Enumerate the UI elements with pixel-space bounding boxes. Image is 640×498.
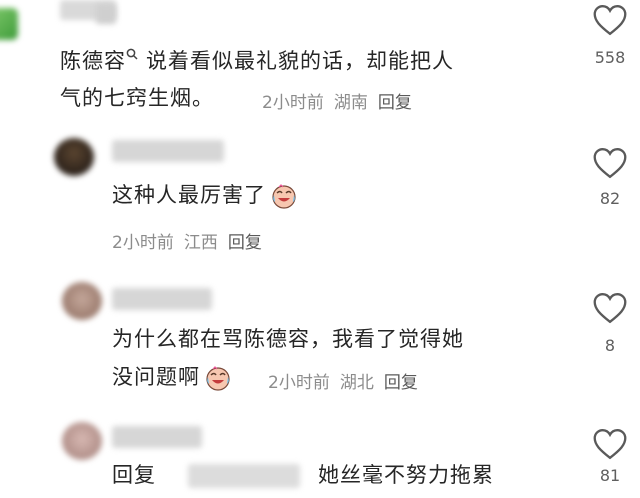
heart-icon bbox=[593, 148, 627, 179]
location: 江西 bbox=[183, 233, 218, 253]
location: 湖北 bbox=[339, 373, 374, 393]
search-icon bbox=[126, 48, 138, 60]
heart-icon bbox=[593, 5, 627, 36]
location: 湖南 bbox=[333, 93, 368, 113]
comment-text: 回复 bbox=[112, 458, 156, 493]
reply-button[interactable]: 回复 bbox=[228, 233, 262, 253]
like-count: 81 bbox=[599, 466, 621, 485]
comment-meta: 2小时前 湖南 回复 bbox=[262, 88, 422, 113]
crying-laughing-emoji-icon bbox=[272, 184, 296, 209]
like-button[interactable]: 82 bbox=[580, 147, 640, 208]
comment-text: 她丝毫不努力拖累 bbox=[318, 463, 494, 487]
like-count: 8 bbox=[604, 336, 616, 355]
crying-laughing-emoji-icon bbox=[206, 366, 230, 391]
comment-text: 为什么都在骂陈德容，我看了觉得她 bbox=[112, 327, 464, 351]
timestamp: 2小时前 bbox=[112, 233, 174, 253]
reply-button[interactable]: 回复 bbox=[378, 93, 412, 113]
timestamp: 2小时前 bbox=[262, 93, 324, 113]
heart-icon bbox=[593, 293, 627, 324]
comment-meta: 2小时前 湖北 回复 bbox=[268, 368, 428, 393]
like-count: 558 bbox=[594, 48, 626, 67]
avatar[interactable] bbox=[0, 8, 18, 40]
reply-prefix: 回复 bbox=[112, 463, 156, 487]
like-button[interactable]: 8 bbox=[580, 292, 640, 355]
comment-text: 这种人最厉害了 bbox=[112, 178, 298, 213]
like-count: 82 bbox=[599, 189, 621, 208]
comment-text: 陈德容 说着看似最礼貌的话，却能把人 bbox=[60, 48, 454, 73]
mention-blurred[interactable] bbox=[188, 464, 300, 488]
timestamp: 2小时前 bbox=[268, 373, 330, 393]
heart-icon bbox=[593, 429, 627, 460]
username-blurred[interactable] bbox=[96, 4, 116, 24]
comment-text-line2: 气的七窍生烟。 bbox=[60, 86, 214, 110]
mention-link[interactable]: 陈德容 bbox=[60, 49, 126, 73]
like-button[interactable]: 81 bbox=[580, 428, 640, 485]
avatar[interactable] bbox=[62, 422, 102, 460]
comment-text-line2: 没问题啊 bbox=[112, 360, 232, 395]
username-blurred[interactable] bbox=[112, 140, 224, 162]
username-blurred[interactable] bbox=[112, 288, 212, 310]
avatar[interactable] bbox=[62, 282, 102, 320]
like-button[interactable]: 558 bbox=[580, 4, 640, 67]
comment-meta: 2小时前 江西 回复 bbox=[112, 228, 272, 253]
avatar[interactable] bbox=[54, 138, 94, 176]
reply-button[interactable]: 回复 bbox=[384, 373, 418, 393]
username-blurred[interactable] bbox=[112, 426, 202, 448]
